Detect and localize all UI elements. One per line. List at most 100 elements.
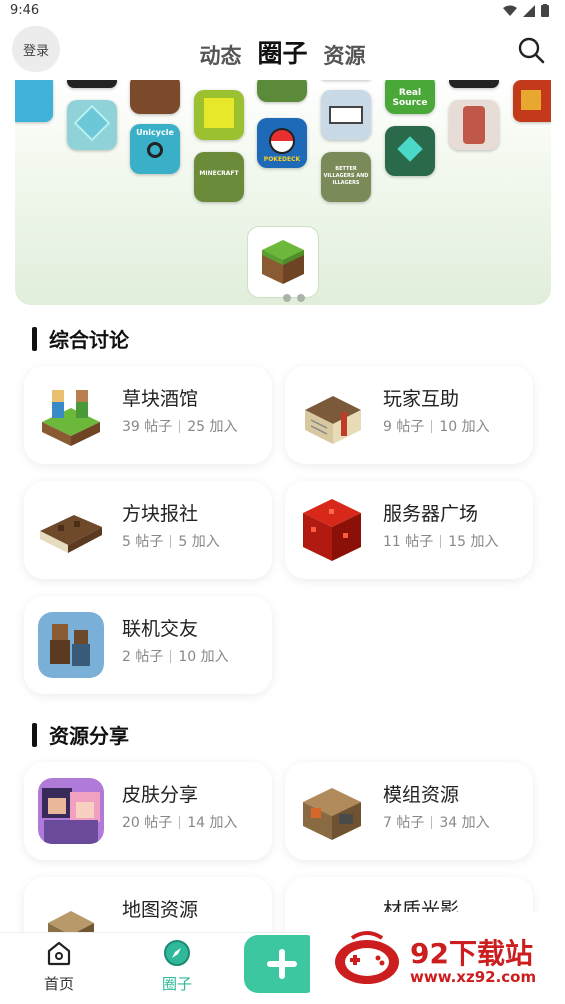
- banner-tile: [321, 90, 371, 140]
- tab-dynamics[interactable]: 动态: [199, 40, 241, 70]
- tab-circles[interactable]: 圈子: [257, 34, 307, 70]
- member-count: 25 加入: [187, 419, 238, 435]
- signal-icon: [523, 4, 535, 17]
- circle-card-skins[interactable]: 皮肤分享 20 帖子 14 加入: [24, 762, 272, 860]
- circle-meta: 11 帖子 15 加入: [383, 531, 499, 551]
- banner-tile: BETTER VILLAGERS AND ILLAGERS: [321, 152, 371, 202]
- watermark-url: www.xz92.com: [410, 968, 537, 986]
- top-tabs: 动态 圈子 资源: [0, 34, 565, 70]
- meta-divider: [179, 419, 181, 433]
- nav-home-label: 首页: [43, 975, 74, 993]
- meta-divider: [170, 534, 172, 548]
- status-bar: 9:46: [0, 0, 565, 26]
- banner-tile-minecraft-label: MINECRAFT: [199, 170, 239, 177]
- circle-meta: 5 帖子 5 加入: [122, 531, 220, 551]
- newspaper-block-icon: [40, 515, 102, 553]
- meta-divider: [431, 419, 433, 433]
- section-title-text: 资源分享: [49, 724, 129, 748]
- circle-card-player-help[interactable]: 玩家互助 9 帖子 10 加入: [285, 366, 533, 464]
- section-title-resources: 资源分享: [32, 720, 129, 749]
- member-count: 10 加入: [178, 649, 229, 665]
- meta-divider: [440, 534, 442, 548]
- banner-tile: [385, 126, 435, 176]
- plus-icon: [267, 949, 297, 979]
- circle-name: 皮肤分享: [122, 784, 199, 806]
- nav-circles-label: 圈子: [161, 975, 192, 993]
- member-count: 34 加入: [439, 815, 490, 831]
- search-icon[interactable]: [517, 36, 545, 64]
- circle-card-mods[interactable]: 模组资源 7 帖子 34 加入: [285, 762, 533, 860]
- carousel-dot[interactable]: [297, 294, 305, 302]
- watermark-overlay: 92下载站 www.xz92.com: [310, 912, 565, 1004]
- circle-meta: 39 帖子 25 加入: [122, 416, 238, 436]
- member-count: 5 加入: [178, 534, 220, 550]
- circle-name: 联机交友: [122, 618, 199, 640]
- battery-icon: [541, 4, 549, 17]
- compass-icon: [164, 940, 190, 966]
- book-icon: [305, 396, 361, 444]
- banner-tile: Real Source: [385, 80, 435, 114]
- section-bar: [32, 722, 37, 747]
- banner-tile: POKEDECK: [257, 118, 307, 168]
- banner-tile: [67, 80, 117, 88]
- banner-tile: MINECRAFT: [194, 152, 244, 202]
- circle-meta: 20 帖子 14 加入: [122, 812, 238, 832]
- nav-home[interactable]: 首页: [24, 939, 94, 994]
- post-count: 5 帖子: [122, 534, 164, 550]
- circle-name: 地图资源: [122, 899, 199, 921]
- meta-divider: [179, 815, 181, 829]
- mod-icon: [303, 788, 361, 840]
- banner-tile: [194, 90, 244, 140]
- tab-resources[interactable]: 资源: [324, 40, 366, 70]
- watermark-logo-icon: [335, 931, 399, 984]
- banner-tile-unicycle-label: Unicycle: [136, 128, 174, 137]
- banner-tile: [130, 80, 180, 114]
- circle-card-block-news[interactable]: 方块报社 5 帖子 5 加入: [24, 481, 272, 579]
- post-count: 7 帖子: [383, 815, 425, 831]
- section-title-general: 综合讨论: [32, 324, 129, 353]
- banner-tile: [67, 100, 117, 150]
- top-header: 登录 动态 圈子 资源: [0, 26, 565, 76]
- players-icon: [38, 612, 104, 678]
- banner-tile-pokedeck-label: POKEDECK: [263, 156, 301, 163]
- status-icons: [503, 4, 549, 17]
- banner-tile: Unicycle: [130, 124, 180, 174]
- circle-card-grass-tavern[interactable]: 草块酒馆 39 帖子 25 加入: [24, 366, 272, 464]
- watermark-brand: 92下载站: [410, 937, 533, 970]
- carousel-dots: [283, 294, 305, 302]
- carousel-dot[interactable]: [283, 294, 291, 302]
- banner-tile: [449, 80, 499, 88]
- circle-card-server-plaza[interactable]: 服务器广场 11 帖子 15 加入: [285, 481, 533, 579]
- banner-tile-real-source-label: Real Source: [392, 88, 428, 108]
- circle-card-multiplayer[interactable]: 联机交友 2 帖子 10 加入: [24, 596, 272, 694]
- status-time: 9:46: [10, 3, 40, 18]
- post-count: 39 帖子: [122, 419, 173, 435]
- member-count: 14 加入: [187, 815, 238, 831]
- banner-carousel[interactable]: Unicycle MINECRAFT POKEDECK BETTER VILLA…: [15, 80, 551, 305]
- circle-name: 方块报社: [122, 503, 199, 525]
- add-post-button[interactable]: [244, 935, 320, 993]
- member-count: 15 加入: [448, 534, 499, 550]
- banner-tile: [449, 100, 499, 150]
- wifi-icon: [503, 5, 517, 16]
- post-count: 20 帖子: [122, 815, 173, 831]
- meta-divider: [431, 815, 433, 829]
- home-icon: [47, 941, 71, 966]
- post-count: 9 帖子: [383, 419, 425, 435]
- banner-tile: [257, 80, 307, 102]
- circle-meta: 2 帖子 10 加入: [122, 646, 229, 666]
- circle-meta: 7 帖子 34 加入: [383, 812, 490, 832]
- grass-block-icon: [262, 240, 304, 284]
- nav-circles[interactable]: 圈子: [142, 939, 212, 994]
- circle-name: 服务器广场: [383, 503, 479, 525]
- member-count: 10 加入: [439, 419, 490, 435]
- circle-meta: 9 帖子 10 加入: [383, 416, 490, 436]
- featured-grass-block-tile[interactable]: [247, 226, 319, 298]
- post-count: 2 帖子: [122, 649, 164, 665]
- section-bar: [32, 326, 37, 351]
- meta-divider: [170, 649, 172, 663]
- circle-name: 模组资源: [383, 784, 460, 806]
- banner-tile-villagers-label: BETTER VILLAGERS AND ILLAGERS: [323, 166, 369, 186]
- section-title-text: 综合讨论: [49, 328, 129, 352]
- skin-icon: [38, 778, 104, 844]
